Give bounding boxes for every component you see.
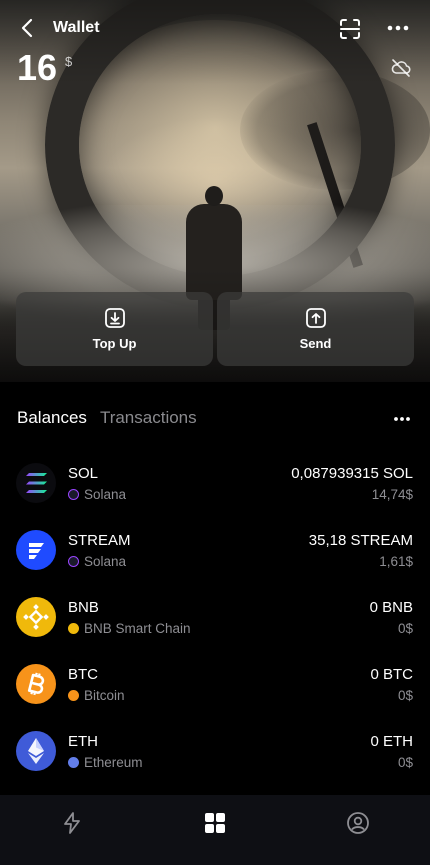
asset-amount: 0,087939315 SOL [291,465,413,482]
bitcoin-chain-icon [68,690,79,701]
asset-chain-label: Bitcoin [84,688,125,703]
asset-fiat-value: 14,74$ [371,487,413,502]
profile-icon [347,812,370,834]
asset-chain-label: Solana [84,554,127,569]
bnb-chain-icon [68,623,79,634]
asset-chain: Bitcoin [68,688,125,703]
ethereum-logo-icon [16,731,56,771]
scan-icon[interactable] [338,17,362,41]
asset-amount: 0 ETH [370,733,413,750]
asset-amount: 35,18 STREAM [308,532,413,549]
asset-chain-label: Solana [84,487,127,502]
nav-profile[interactable] [287,795,430,865]
top-up-button[interactable]: Top Up [16,292,213,366]
send-label: Send [299,336,332,351]
asset-symbol: ETH [68,733,98,750]
bnb-logo-icon [16,597,56,637]
solana-chain-icon [68,556,79,567]
asset-symbol: BTC [68,666,98,683]
upload-icon [305,308,326,328]
asset-fiat-value: 0$ [397,688,413,703]
asset-amount: 0 BTC [370,666,413,683]
ethereum-chain-icon [68,757,79,768]
bottom-nav [0,795,430,865]
asset-row-eth[interactable]: ETH Ethereum 0 ETH 0$ [0,719,430,786]
asset-chain-label: BNB Smart Chain [84,621,191,636]
download-icon [104,308,125,328]
top-up-label: Top Up [92,336,137,351]
total-balance: 16 $ [17,48,72,88]
cloud-off-icon[interactable] [390,57,412,79]
asset-tabs: Balances Transactions [17,408,197,428]
nav-activity[interactable] [0,795,143,865]
tab-transactions[interactable]: Transactions [100,408,197,428]
nav-wallet[interactable] [143,795,286,865]
solana-chain-icon [68,489,79,500]
asset-row-bnb[interactable]: BNB BNB Smart Chain 0 BNB 0$ [0,585,430,652]
lightning-icon [63,812,80,834]
asset-list: SOL Solana 0,087939315 SOL 14,74$ STREAM… [0,451,430,786]
balance-currency: $ [65,54,73,69]
asset-symbol: BNB [68,599,99,616]
asset-chain: BNB Smart Chain [68,621,191,636]
list-more-icon[interactable] [390,410,414,428]
asset-fiat-value: 0$ [397,621,413,636]
asset-symbol: SOL [68,465,99,482]
asset-row-btc[interactable]: BTC Bitcoin 0 BTC 0$ [0,652,430,719]
grid-icon [204,813,225,833]
balance-amount: 16 [17,47,58,88]
asset-chain-label: Ethereum [84,755,143,770]
asset-chain: Solana [68,554,126,569]
bitcoin-logo-icon [16,664,56,704]
asset-fiat-value: 0$ [397,755,413,770]
more-icon[interactable] [385,18,411,38]
asset-chain: Solana [68,487,126,502]
asset-amount: 0 BNB [369,599,413,616]
send-button[interactable]: Send [217,292,414,366]
asset-row-sol[interactable]: SOL Solana 0,087939315 SOL 14,74$ [0,451,430,518]
stream-logo-icon [16,530,56,570]
asset-row-stream[interactable]: STREAM Solana 35,18 STREAM 1,61$ [0,518,430,585]
back-icon[interactable] [18,17,38,39]
asset-symbol: STREAM [68,532,131,549]
asset-chain: Ethereum [68,755,143,770]
page-title: Wallet [53,19,100,36]
solana-logo-icon [16,463,56,503]
asset-fiat-value: 1,61$ [379,554,413,569]
wallet-actions: Top Up Send [16,292,414,366]
tab-balances[interactable]: Balances [17,408,87,428]
